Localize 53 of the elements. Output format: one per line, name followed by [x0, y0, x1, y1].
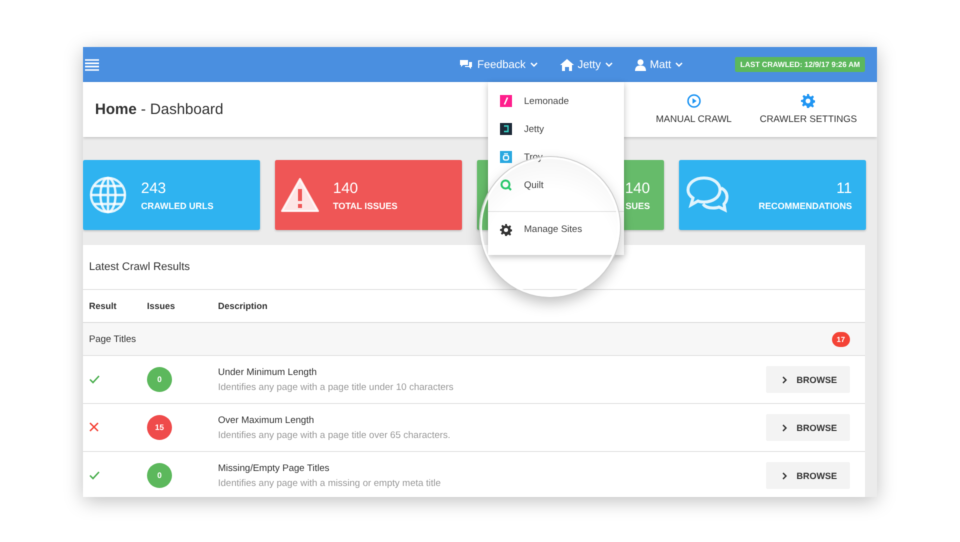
- cross-icon: [89, 422, 99, 432]
- gear-icon: [500, 224, 512, 236]
- chat-bubbles-icon: [459, 58, 474, 70]
- toolbar-button[interactable]: CRAWLER SETTINGS: [750, 94, 867, 125]
- stat-label: TOTAL ISSUES: [333, 200, 399, 210]
- column-header: Issues: [147, 301, 176, 311]
- warning-icon: [281, 178, 319, 212]
- check-icon: [89, 374, 100, 384]
- browse-button[interactable]: BROWSE: [766, 414, 850, 441]
- site-logo-icon: [500, 179, 512, 191]
- chevron-down-icon: [675, 62, 684, 67]
- column-header: Result: [89, 301, 118, 311]
- check-title: Under Minimum Length: [218, 366, 318, 378]
- home-icon: [560, 58, 574, 70]
- globe-icon: [89, 176, 127, 214]
- chevron-down-icon: [604, 62, 613, 67]
- site-logo-icon: [500, 123, 512, 135]
- check-description: Identifies any page with a page title under 10 characters: [218, 382, 455, 392]
- check-description: Identifies any page with a missing or empty meta title: [218, 478, 442, 488]
- toolbar-button[interactable]: MANUAL CRAWL: [646, 94, 742, 125]
- check-icon: [89, 470, 100, 480]
- stat-value: 140: [624, 180, 650, 196]
- stat-label: SUES: [625, 200, 650, 210]
- menu-icon[interactable]: [85, 58, 99, 70]
- chevron-down-icon: [530, 62, 538, 67]
- check-title: Over Maximum Length: [218, 414, 316, 426]
- menu-item[interactable]: Lemonade: [488, 87, 624, 115]
- column-header: Description: [218, 301, 269, 311]
- chevron-right-icon: [782, 472, 786, 480]
- stat-label: RECOMMENDATIONS: [758, 200, 852, 210]
- site-logo-icon: [500, 151, 512, 163]
- chevron-right-icon: [782, 424, 786, 432]
- issue-count-badge: 15: [147, 415, 172, 440]
- gear-icon: [801, 94, 816, 108]
- issue-count-badge: 0: [147, 463, 172, 488]
- group-title: Page Titles: [89, 334, 136, 344]
- stat-value: 11: [836, 180, 852, 196]
- chat-bubbles-icon: [685, 175, 729, 215]
- stat-value: 243: [141, 180, 168, 196]
- browse-button[interactable]: BROWSE: [766, 462, 850, 489]
- page-title: Home - Dashboard: [95, 101, 224, 118]
- browse-button[interactable]: BROWSE: [766, 366, 850, 393]
- issue-count-badge: 0: [147, 367, 172, 392]
- menu-item[interactable]: Jetty: [488, 115, 624, 143]
- site-logo-icon: [500, 95, 512, 107]
- chevron-right-icon: [782, 376, 786, 384]
- stat-label: CRAWLED URLS: [141, 200, 214, 210]
- user-icon: [634, 58, 646, 70]
- check-description: Identifies any page with a page title over 65 characters.: [218, 430, 452, 440]
- menu-item[interactable]: Quilt: [488, 171, 624, 199]
- play-circle-icon: [686, 94, 701, 108]
- stat-value: 140: [333, 180, 360, 196]
- check-title: Missing/Empty Page Titles: [218, 462, 330, 474]
